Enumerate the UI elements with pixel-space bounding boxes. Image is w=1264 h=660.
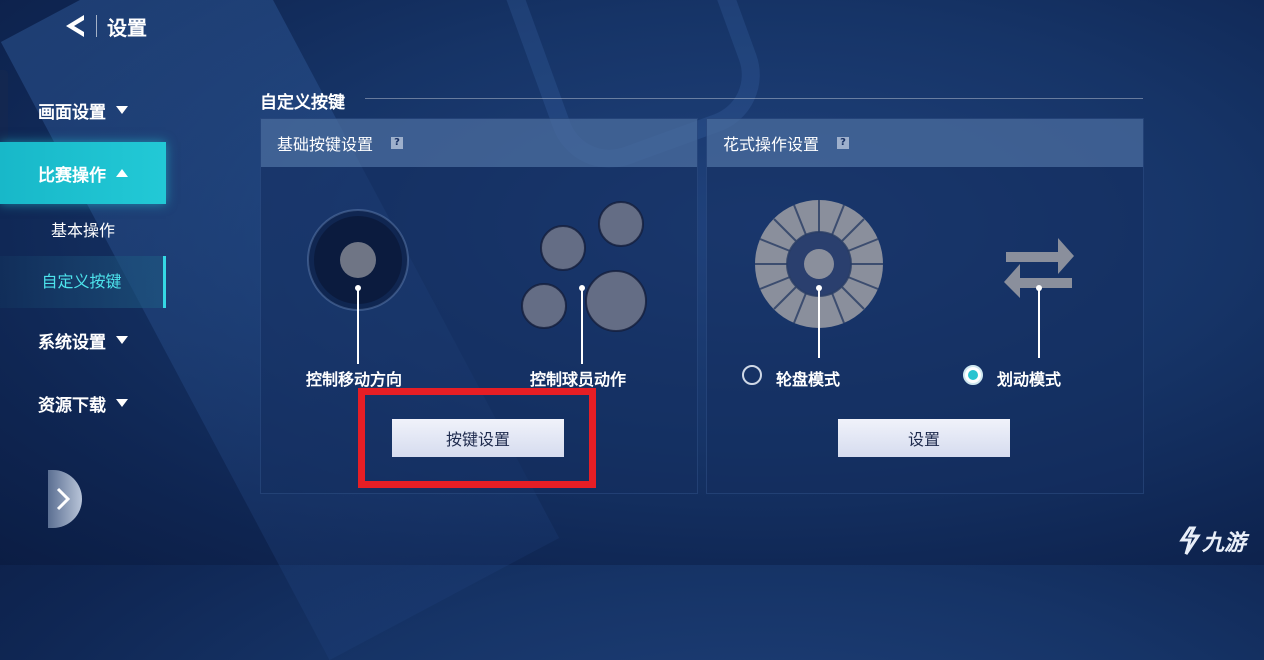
top-bar: 设置 — [62, 10, 147, 42]
pointer-line — [1038, 288, 1040, 358]
page-title: 设置 — [107, 15, 147, 40]
help-icon[interactable]: ? — [837, 137, 850, 149]
watermark-text: 九游 — [1201, 531, 1246, 556]
swipe-mode-label[interactable]: 划动模式 — [997, 366, 1061, 390]
sidebar-subitem-basic-controls[interactable]: 基本操作 — [0, 218, 166, 244]
back-arrow-icon[interactable] — [62, 12, 90, 40]
sidebar-item-label: 画面设置 — [38, 102, 106, 123]
chevron-down-icon — [116, 106, 128, 114]
header-divider — [96, 15, 97, 37]
chevron-down-icon — [116, 399, 128, 407]
help-icon[interactable]: ? — [391, 137, 404, 149]
fancy-settings-button[interactable]: 设置 — [838, 419, 1010, 457]
wheel-mode-radio[interactable] — [742, 365, 762, 385]
sidebar-item-label: 系统设置 — [38, 332, 106, 353]
chevron-down-icon — [116, 336, 128, 344]
sidebar-item-system-settings[interactable]: 系统设置 — [0, 322, 166, 358]
double-chevron-right-icon — [56, 487, 71, 511]
sidebar-item-resource-download[interactable]: 资源下载 — [0, 385, 166, 421]
section-title: 自定义按键 — [260, 93, 345, 113]
swipe-mode-radio[interactable] — [963, 365, 983, 385]
expand-sidebar-button[interactable] — [48, 470, 82, 528]
sidebar-item-label: 资源下载 — [38, 395, 106, 416]
sidebar-item-label: 比赛操作 — [38, 165, 106, 186]
player-action-label: 控制球员动作 — [530, 370, 627, 389]
sidebar-subitem-custom-keys[interactable]: 自定义按键 — [0, 256, 166, 308]
sidebar-item-match-controls[interactable]: 比赛操作 — [0, 142, 166, 204]
watermark-logo: 九游 — [1176, 525, 1246, 557]
panel-header: 花式操作设置 ? — [707, 119, 1143, 167]
section-divider — [365, 98, 1143, 99]
panel-title: 基础按键设置 — [277, 135, 374, 154]
sidebar-item-display-settings[interactable]: 画面设置 — [0, 92, 166, 128]
chevron-up-icon — [116, 169, 128, 177]
panel-title: 花式操作设置 — [723, 135, 820, 154]
pointer-line — [357, 288, 359, 364]
nine-game-logo-icon — [1179, 526, 1201, 555]
pointer-line — [581, 288, 583, 364]
highlight-annotation — [358, 388, 596, 488]
panel-header: 基础按键设置 ? — [261, 119, 697, 167]
pointer-line — [818, 288, 820, 358]
wheel-mode-label[interactable]: 轮盘模式 — [776, 366, 840, 390]
move-direction-label: 控制移动方向 — [306, 370, 403, 389]
